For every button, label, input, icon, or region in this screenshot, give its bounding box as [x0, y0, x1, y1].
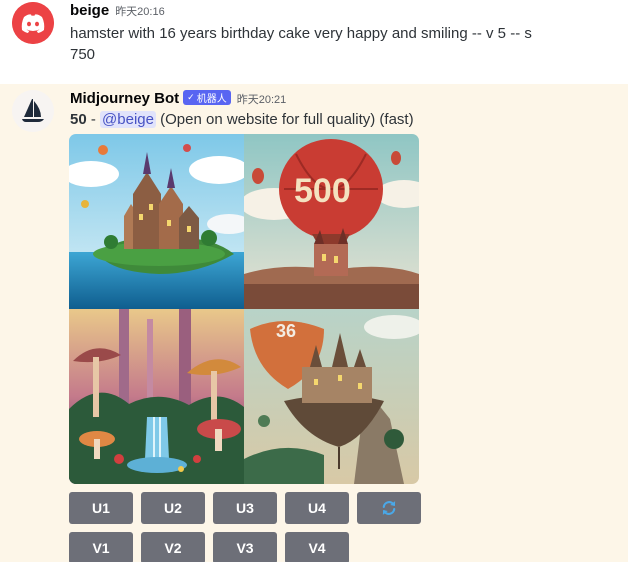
variation-button-row: V1 V2 V3 V4 [69, 532, 357, 562]
upscale-button-3[interactable]: U3 [213, 492, 277, 524]
upscale-button-2[interactable]: U2 [141, 492, 205, 524]
username[interactable]: beige [70, 2, 109, 19]
verified-check-icon: ✓ [187, 92, 195, 102]
tile-castle-text: 36 [276, 321, 296, 341]
message-header: beige 昨天20:16 [70, 2, 165, 19]
discord-logo-icon[interactable] [12, 2, 54, 44]
separator: - [86, 111, 101, 128]
image-tile-3[interactable] [69, 309, 244, 484]
job-number: 50 [70, 111, 87, 128]
variation-button-2[interactable]: V2 [141, 532, 205, 562]
upscale-button-row: U1 U2 U3 U4 [69, 492, 429, 524]
image-tile-2[interactable]: 500 [244, 134, 419, 309]
message-beige: beige 昨天20:16 hamster with 16 years birt… [0, 0, 628, 84]
image-tile-4[interactable]: 36 [244, 309, 419, 484]
prompt-line-1: hamster with 16 years birthday cake very… [70, 25, 532, 42]
variation-button-4[interactable]: V4 [285, 532, 349, 562]
upscale-button-4[interactable]: U4 [285, 492, 349, 524]
variation-button-3[interactable]: V3 [213, 532, 277, 562]
reroll-button[interactable] [357, 492, 421, 524]
refresh-icon [382, 501, 396, 515]
bot-tag-label: 机器人 [196, 94, 227, 105]
midjourney-boat-logo[interactable] [12, 90, 54, 132]
timestamp: 昨天20:21 [236, 94, 287, 106]
image-tile-1[interactable] [69, 134, 244, 309]
timestamp: 昨天20:16 [115, 6, 165, 18]
tile-balloon-text: 500 [294, 172, 351, 210]
status-text: (Open on website for full quality) (fast… [155, 111, 414, 128]
user-mention[interactable]: @beige [100, 111, 156, 128]
message-header: Midjourney Bot ✓ 机器人 昨天20:21 [70, 90, 286, 107]
bot-username[interactable]: Midjourney Bot [70, 90, 179, 107]
prompt-line-2: 750 [70, 46, 96, 63]
bot-tag: ✓ 机器人 [183, 90, 231, 105]
variation-button-1[interactable]: V1 [69, 532, 133, 562]
upscale-button-1[interactable]: U1 [69, 492, 133, 524]
image-grid[interactable]: 500 36 [69, 134, 419, 484]
message-content: hamster with 16 years birthday cake very… [70, 23, 560, 65]
message-content: 50 - @beige (Open on website for full qu… [70, 109, 610, 130]
